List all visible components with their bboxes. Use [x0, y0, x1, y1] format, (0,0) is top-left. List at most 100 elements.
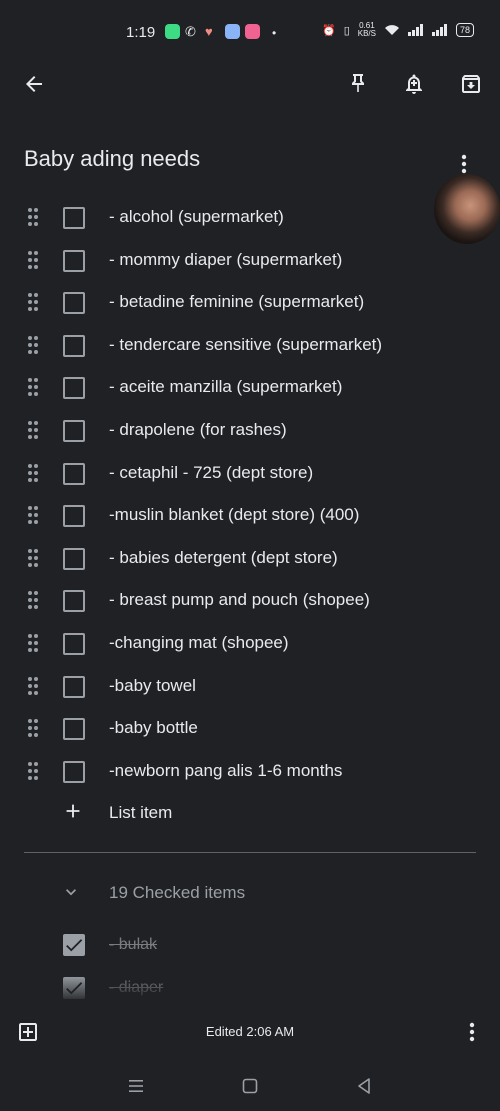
app-pink-icon	[245, 24, 260, 39]
list-item[interactable]: -newborn pang alis 1-6 months	[0, 750, 500, 793]
item-text[interactable]: -muslin blanket (dept store) (400)	[109, 505, 359, 525]
drag-handle-icon[interactable]	[28, 250, 42, 269]
archive-button[interactable]	[453, 66, 489, 102]
home-icon[interactable]	[238, 1074, 262, 1098]
app-avatar-icon	[225, 24, 240, 39]
pin-button[interactable]	[340, 66, 376, 102]
item-text[interactable]: - babies detergent (dept store)	[109, 548, 338, 568]
list-item[interactable]: -muslin blanket (dept store) (400)	[0, 494, 500, 537]
vibrate-icon: ▯	[343, 24, 350, 37]
check-icon	[66, 939, 83, 952]
reminder-button[interactable]	[396, 66, 432, 102]
item-checkbox[interactable]	[63, 462, 85, 485]
item-text[interactable]: - alcohol (supermarket)	[109, 207, 284, 227]
menu-icon[interactable]	[124, 1074, 148, 1098]
drag-handle-icon[interactable]	[28, 293, 42, 312]
item-text[interactable]: -baby bottle	[109, 718, 198, 738]
wifi-icon	[384, 25, 399, 35]
drag-handle-icon[interactable]	[28, 633, 42, 652]
list-item[interactable]: - tendercare sensitive (supermarket)	[0, 324, 500, 367]
list-item[interactable]: - aceite manzilla (supermarket)	[0, 366, 500, 409]
note-title[interactable]: Baby ading needs	[24, 146, 200, 172]
status-time: 1:19	[126, 24, 156, 41]
list-item[interactable]: - breast pump and pouch (shopee)	[0, 579, 500, 622]
checked-items-label: 19 Checked items	[109, 883, 246, 902]
drag-handle-icon[interactable]	[28, 378, 42, 397]
item-text[interactable]: - aceite manzilla (supermarket)	[109, 377, 342, 397]
add-list-item-label: List item	[109, 803, 173, 822]
drag-handle-icon[interactable]	[28, 719, 42, 738]
item-text[interactable]: - breast pump and pouch (shopee)	[109, 590, 370, 610]
item-text[interactable]: - mommy diaper (supermarket)	[109, 250, 342, 270]
list-item[interactable]: -baby towel	[0, 665, 500, 708]
item-checkbox[interactable]	[63, 632, 85, 655]
app-notification-icon	[165, 24, 180, 39]
list-item[interactable]: - babies detergent (dept store)	[0, 537, 500, 580]
item-checkbox[interactable]	[63, 249, 85, 272]
item-text[interactable]: -baby towel	[109, 676, 196, 696]
drag-handle-icon[interactable]	[28, 548, 42, 567]
item-text[interactable]: -changing mat (shopee)	[109, 633, 289, 653]
chevron-down-icon	[66, 889, 76, 896]
drag-handle-icon[interactable]	[28, 761, 42, 780]
back-triangle-icon[interactable]	[352, 1074, 376, 1098]
item-text[interactable]: -newborn pang alis 1-6 months	[109, 761, 342, 781]
list-item[interactable]: - cetaphil - 725 (dept store)	[0, 452, 500, 495]
item-checkbox[interactable]	[63, 547, 85, 570]
item-checkbox[interactable]	[63, 760, 85, 783]
back-arrow-icon	[26, 76, 42, 92]
edited-timestamp: Edited 2:06 AM	[205, 1024, 295, 1039]
title-more-button[interactable]	[454, 152, 474, 176]
drag-handle-icon[interactable]	[28, 591, 42, 610]
add-list-item-button[interactable]: List item	[0, 797, 500, 829]
list-item[interactable]: - betadine feminine (supermarket)	[0, 281, 500, 324]
drag-handle-icon[interactable]	[28, 208, 42, 226]
list-item[interactable]: -changing mat (shopee)	[0, 622, 500, 665]
item-checkbox[interactable]	[63, 334, 85, 357]
signal-icon	[407, 24, 423, 36]
item-checkbox[interactable]	[63, 718, 85, 741]
battery-indicator: 78	[455, 23, 474, 37]
checked-checkbox[interactable]	[63, 934, 85, 956]
more-notifications-dot: •	[272, 26, 277, 40]
item-checkbox[interactable]	[63, 419, 85, 442]
drag-handle-icon[interactable]	[28, 506, 42, 525]
archive-icon	[462, 75, 480, 93]
status-bar: 1:19 ✆ ♥ • ⏰ ▯ 0.61 KB/S 78	[0, 0, 500, 62]
checked-items-toggle[interactable]: 19 Checked items	[0, 876, 500, 908]
drag-handle-icon[interactable]	[28, 676, 42, 695]
heart-icon: ♥	[205, 24, 213, 39]
item-checkbox[interactable]	[63, 590, 85, 613]
call-icon: ✆	[185, 24, 196, 39]
list-item[interactable]: - alcohol (supermarket)	[0, 196, 500, 239]
more-vert-icon	[461, 154, 467, 174]
item-text[interactable]: - betadine feminine (supermarket)	[109, 292, 364, 312]
list-item[interactable]: - mommy diaper (supermarket)	[0, 239, 500, 282]
list-item[interactable]: -baby bottle	[0, 707, 500, 750]
bottom-bar: Edited 2:06 AM	[0, 1008, 500, 1054]
checked-list-item[interactable]: - bulak	[0, 927, 500, 963]
item-checkbox[interactable]	[63, 675, 85, 698]
net-speed-unit: KB/S	[357, 29, 376, 38]
drag-handle-icon[interactable]	[28, 420, 42, 439]
item-text[interactable]: - tendercare sensitive (supermarket)	[109, 335, 382, 355]
checked-item-text[interactable]: - bulak	[109, 936, 157, 954]
alarm-icon: ⏰	[321, 24, 336, 37]
item-checkbox[interactable]	[63, 505, 85, 528]
more-options-button[interactable]	[462, 1020, 482, 1044]
more-vert-icon	[469, 1022, 475, 1042]
divider	[24, 852, 476, 853]
drag-handle-icon[interactable]	[28, 463, 42, 482]
item-checkbox[interactable]	[63, 377, 85, 400]
list-item[interactable]: - drapolene (for rashes)	[0, 409, 500, 452]
item-checkbox[interactable]	[63, 292, 85, 315]
drag-handle-icon[interactable]	[28, 335, 42, 354]
checklist: - alcohol (supermarket) - mommy diaper (s…	[0, 196, 500, 792]
pin-icon	[352, 74, 364, 92]
item-text[interactable]: - cetaphil - 725 (dept store)	[109, 463, 313, 483]
item-checkbox[interactable]	[63, 207, 85, 229]
bell-plus-icon	[406, 74, 422, 94]
back-button[interactable]	[16, 66, 52, 102]
system-nav-bar	[0, 1060, 500, 1111]
item-text[interactable]: - drapolene (for rashes)	[109, 420, 287, 440]
